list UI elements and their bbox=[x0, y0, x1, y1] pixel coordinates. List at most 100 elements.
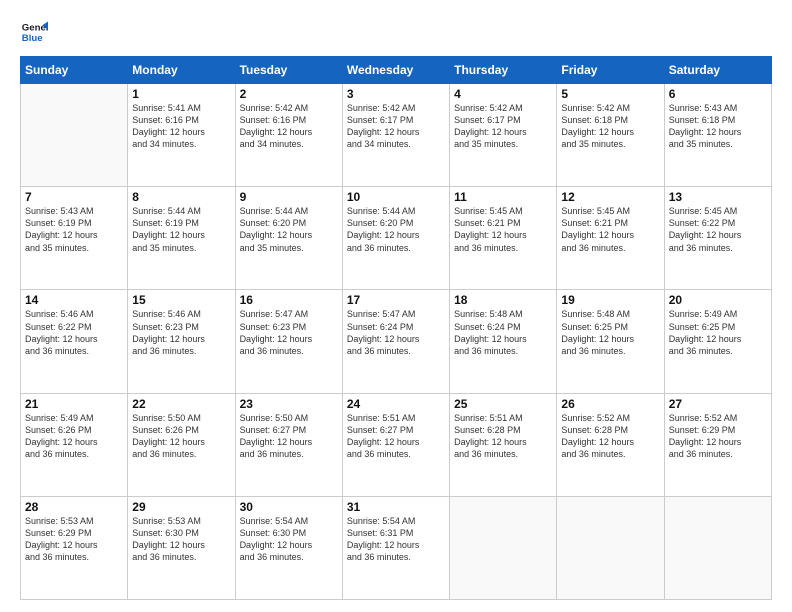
day-info: Sunrise: 5:42 AM Sunset: 6:17 PM Dayligh… bbox=[347, 102, 445, 151]
day-number: 11 bbox=[454, 190, 552, 204]
calendar-cell: 13Sunrise: 5:45 AM Sunset: 6:22 PM Dayli… bbox=[664, 187, 771, 290]
calendar-cell: 25Sunrise: 5:51 AM Sunset: 6:28 PM Dayli… bbox=[450, 393, 557, 496]
calendar-cell: 6Sunrise: 5:43 AM Sunset: 6:18 PM Daylig… bbox=[664, 84, 771, 187]
day-number: 9 bbox=[240, 190, 338, 204]
svg-text:Blue: Blue bbox=[22, 33, 43, 44]
day-info: Sunrise: 5:52 AM Sunset: 6:29 PM Dayligh… bbox=[669, 412, 767, 461]
calendar-cell: 3Sunrise: 5:42 AM Sunset: 6:17 PM Daylig… bbox=[342, 84, 449, 187]
calendar-cell: 11Sunrise: 5:45 AM Sunset: 6:21 PM Dayli… bbox=[450, 187, 557, 290]
day-number: 24 bbox=[347, 397, 445, 411]
day-number: 4 bbox=[454, 87, 552, 101]
day-number: 7 bbox=[25, 190, 123, 204]
calendar-cell bbox=[664, 496, 771, 599]
day-number: 28 bbox=[25, 500, 123, 514]
calendar-cell: 7Sunrise: 5:43 AM Sunset: 6:19 PM Daylig… bbox=[21, 187, 128, 290]
calendar-cell: 2Sunrise: 5:42 AM Sunset: 6:16 PM Daylig… bbox=[235, 84, 342, 187]
day-number: 25 bbox=[454, 397, 552, 411]
day-info: Sunrise: 5:49 AM Sunset: 6:26 PM Dayligh… bbox=[25, 412, 123, 461]
day-number: 3 bbox=[347, 87, 445, 101]
logo-icon: General Blue bbox=[20, 18, 48, 46]
calendar-header-wednesday: Wednesday bbox=[342, 57, 449, 84]
svg-text:General: General bbox=[22, 22, 48, 33]
day-info: Sunrise: 5:46 AM Sunset: 6:23 PM Dayligh… bbox=[132, 308, 230, 357]
day-number: 18 bbox=[454, 293, 552, 307]
day-info: Sunrise: 5:49 AM Sunset: 6:25 PM Dayligh… bbox=[669, 308, 767, 357]
day-number: 8 bbox=[132, 190, 230, 204]
day-number: 10 bbox=[347, 190, 445, 204]
day-number: 2 bbox=[240, 87, 338, 101]
calendar-cell: 12Sunrise: 5:45 AM Sunset: 6:21 PM Dayli… bbox=[557, 187, 664, 290]
day-info: Sunrise: 5:44 AM Sunset: 6:19 PM Dayligh… bbox=[132, 205, 230, 254]
day-number: 15 bbox=[132, 293, 230, 307]
day-info: Sunrise: 5:53 AM Sunset: 6:29 PM Dayligh… bbox=[25, 515, 123, 564]
calendar-cell: 17Sunrise: 5:47 AM Sunset: 6:24 PM Dayli… bbox=[342, 290, 449, 393]
calendar-week-row: 28Sunrise: 5:53 AM Sunset: 6:29 PM Dayli… bbox=[21, 496, 772, 599]
day-info: Sunrise: 5:44 AM Sunset: 6:20 PM Dayligh… bbox=[347, 205, 445, 254]
calendar-cell: 23Sunrise: 5:50 AM Sunset: 6:27 PM Dayli… bbox=[235, 393, 342, 496]
calendar-cell: 14Sunrise: 5:46 AM Sunset: 6:22 PM Dayli… bbox=[21, 290, 128, 393]
day-number: 14 bbox=[25, 293, 123, 307]
calendar-table: SundayMondayTuesdayWednesdayThursdayFrid… bbox=[20, 56, 772, 600]
page: General Blue SundayMondayTuesdayWednesda… bbox=[0, 0, 792, 612]
day-number: 13 bbox=[669, 190, 767, 204]
calendar-header-thursday: Thursday bbox=[450, 57, 557, 84]
calendar-week-row: 7Sunrise: 5:43 AM Sunset: 6:19 PM Daylig… bbox=[21, 187, 772, 290]
day-info: Sunrise: 5:48 AM Sunset: 6:25 PM Dayligh… bbox=[561, 308, 659, 357]
day-info: Sunrise: 5:48 AM Sunset: 6:24 PM Dayligh… bbox=[454, 308, 552, 357]
calendar-cell: 27Sunrise: 5:52 AM Sunset: 6:29 PM Dayli… bbox=[664, 393, 771, 496]
day-info: Sunrise: 5:45 AM Sunset: 6:22 PM Dayligh… bbox=[669, 205, 767, 254]
day-info: Sunrise: 5:42 AM Sunset: 6:17 PM Dayligh… bbox=[454, 102, 552, 151]
day-info: Sunrise: 5:42 AM Sunset: 6:16 PM Dayligh… bbox=[240, 102, 338, 151]
day-number: 31 bbox=[347, 500, 445, 514]
day-info: Sunrise: 5:43 AM Sunset: 6:18 PM Dayligh… bbox=[669, 102, 767, 151]
day-info: Sunrise: 5:45 AM Sunset: 6:21 PM Dayligh… bbox=[561, 205, 659, 254]
day-info: Sunrise: 5:47 AM Sunset: 6:23 PM Dayligh… bbox=[240, 308, 338, 357]
calendar-header-friday: Friday bbox=[557, 57, 664, 84]
day-info: Sunrise: 5:43 AM Sunset: 6:19 PM Dayligh… bbox=[25, 205, 123, 254]
day-info: Sunrise: 5:54 AM Sunset: 6:30 PM Dayligh… bbox=[240, 515, 338, 564]
calendar-cell: 19Sunrise: 5:48 AM Sunset: 6:25 PM Dayli… bbox=[557, 290, 664, 393]
calendar-header-monday: Monday bbox=[128, 57, 235, 84]
calendar-header-sunday: Sunday bbox=[21, 57, 128, 84]
calendar-cell: 22Sunrise: 5:50 AM Sunset: 6:26 PM Dayli… bbox=[128, 393, 235, 496]
day-info: Sunrise: 5:50 AM Sunset: 6:27 PM Dayligh… bbox=[240, 412, 338, 461]
day-info: Sunrise: 5:54 AM Sunset: 6:31 PM Dayligh… bbox=[347, 515, 445, 564]
day-info: Sunrise: 5:46 AM Sunset: 6:22 PM Dayligh… bbox=[25, 308, 123, 357]
day-info: Sunrise: 5:52 AM Sunset: 6:28 PM Dayligh… bbox=[561, 412, 659, 461]
day-number: 19 bbox=[561, 293, 659, 307]
calendar-cell: 26Sunrise: 5:52 AM Sunset: 6:28 PM Dayli… bbox=[557, 393, 664, 496]
day-number: 16 bbox=[240, 293, 338, 307]
calendar-cell: 10Sunrise: 5:44 AM Sunset: 6:20 PM Dayli… bbox=[342, 187, 449, 290]
day-number: 30 bbox=[240, 500, 338, 514]
day-number: 12 bbox=[561, 190, 659, 204]
calendar-cell: 29Sunrise: 5:53 AM Sunset: 6:30 PM Dayli… bbox=[128, 496, 235, 599]
day-info: Sunrise: 5:47 AM Sunset: 6:24 PM Dayligh… bbox=[347, 308, 445, 357]
day-number: 29 bbox=[132, 500, 230, 514]
day-info: Sunrise: 5:53 AM Sunset: 6:30 PM Dayligh… bbox=[132, 515, 230, 564]
calendar-cell bbox=[21, 84, 128, 187]
day-info: Sunrise: 5:51 AM Sunset: 6:27 PM Dayligh… bbox=[347, 412, 445, 461]
day-info: Sunrise: 5:41 AM Sunset: 6:16 PM Dayligh… bbox=[132, 102, 230, 151]
calendar-cell: 21Sunrise: 5:49 AM Sunset: 6:26 PM Dayli… bbox=[21, 393, 128, 496]
calendar-cell: 30Sunrise: 5:54 AM Sunset: 6:30 PM Dayli… bbox=[235, 496, 342, 599]
calendar-cell bbox=[557, 496, 664, 599]
day-number: 17 bbox=[347, 293, 445, 307]
calendar-header-saturday: Saturday bbox=[664, 57, 771, 84]
day-number: 22 bbox=[132, 397, 230, 411]
calendar-cell: 9Sunrise: 5:44 AM Sunset: 6:20 PM Daylig… bbox=[235, 187, 342, 290]
calendar-header-tuesday: Tuesday bbox=[235, 57, 342, 84]
calendar-week-row: 1Sunrise: 5:41 AM Sunset: 6:16 PM Daylig… bbox=[21, 84, 772, 187]
calendar-cell: 16Sunrise: 5:47 AM Sunset: 6:23 PM Dayli… bbox=[235, 290, 342, 393]
day-number: 1 bbox=[132, 87, 230, 101]
calendar-cell: 15Sunrise: 5:46 AM Sunset: 6:23 PM Dayli… bbox=[128, 290, 235, 393]
day-number: 23 bbox=[240, 397, 338, 411]
day-number: 20 bbox=[669, 293, 767, 307]
calendar-cell: 18Sunrise: 5:48 AM Sunset: 6:24 PM Dayli… bbox=[450, 290, 557, 393]
calendar-cell: 28Sunrise: 5:53 AM Sunset: 6:29 PM Dayli… bbox=[21, 496, 128, 599]
day-info: Sunrise: 5:45 AM Sunset: 6:21 PM Dayligh… bbox=[454, 205, 552, 254]
calendar-week-row: 21Sunrise: 5:49 AM Sunset: 6:26 PM Dayli… bbox=[21, 393, 772, 496]
day-number: 27 bbox=[669, 397, 767, 411]
calendar-cell: 8Sunrise: 5:44 AM Sunset: 6:19 PM Daylig… bbox=[128, 187, 235, 290]
day-info: Sunrise: 5:44 AM Sunset: 6:20 PM Dayligh… bbox=[240, 205, 338, 254]
calendar-cell: 5Sunrise: 5:42 AM Sunset: 6:18 PM Daylig… bbox=[557, 84, 664, 187]
